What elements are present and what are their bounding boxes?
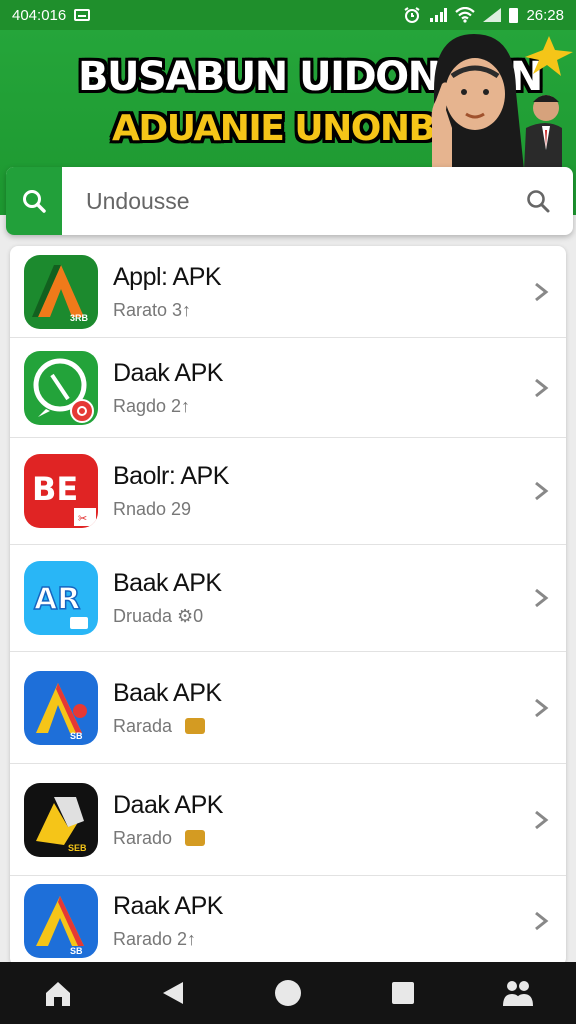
search-input[interactable] [62, 171, 503, 231]
chevron-right-icon[interactable] [532, 377, 550, 399]
chevron-right-icon[interactable] [532, 809, 550, 831]
list-item[interactable]: BE ✂ Baolr: APK Rnado 29 [10, 438, 566, 545]
search-button[interactable] [6, 167, 62, 235]
svg-text:✂: ✂ [78, 513, 87, 525]
recents-button[interactable] [373, 968, 433, 1018]
list-item[interactable]: SB Raak APK Rarado 2↑ [10, 876, 566, 966]
app-name: Baolr: APK [113, 462, 229, 490]
list-item[interactable]: AR Baak APK Druada ⚙0 [10, 545, 566, 652]
search-submit-button[interactable] [503, 167, 573, 235]
app-name: Raak APK [113, 892, 223, 920]
back-button[interactable] [143, 968, 203, 1018]
back-icon [162, 982, 183, 1004]
search-icon [23, 190, 46, 213]
status-bar: 404:016 26:28 [0, 0, 576, 30]
alarm-icon [404, 7, 421, 23]
app-a-black-icon: SEB [24, 782, 98, 857]
sim-icon [74, 9, 91, 21]
people-icon [503, 981, 534, 1006]
app-meta: Rnado 29 [113, 499, 192, 519]
wifi-icon [455, 7, 476, 23]
badge-icon [185, 717, 206, 734]
app-meta: Ragdo 2↑ [113, 395, 191, 416]
status-clock: 26:28 [526, 6, 564, 24]
battery-icon [509, 7, 519, 23]
list-item[interactable]: SEB Daak APK Rarado [10, 764, 566, 876]
app-name: Daak APK [113, 790, 223, 819]
app-meta: Rarado 2↑ [113, 929, 197, 949]
chevron-right-icon[interactable] [532, 910, 550, 932]
list-item[interactable]: 3RB Appl: APK Rarato 3↑ [10, 246, 566, 338]
app-whatsapp-like-icon [24, 350, 98, 425]
presenter-image [431, 34, 562, 170]
circle-home-button[interactable] [258, 968, 318, 1018]
list-item[interactable]: Daak APK Ragdo 2↑ [10, 338, 566, 438]
app-meta: Druada ⚙0 [113, 606, 204, 626]
search-bar[interactable] [6, 167, 573, 235]
app-list[interactable]: 3RB Appl: APK Rarato 3↑ Daak APK Ragdo 2… [10, 246, 566, 966]
people-button[interactable] [488, 968, 548, 1018]
chevron-right-icon[interactable] [532, 587, 550, 609]
signal-icon [430, 8, 448, 22]
app-meta: Rarado [113, 828, 223, 849]
circle-home-icon [274, 980, 301, 1006]
app-ar-blue-icon: AR [24, 561, 98, 635]
app-meta: Rarato 3↑ [113, 299, 192, 320]
app-be-red-icon: BE ✂ [24, 454, 98, 528]
home-button[interactable] [28, 968, 88, 1018]
signal-icon [483, 8, 502, 22]
app-name: Baak APK [113, 569, 222, 597]
status-time: 404:016 [12, 6, 67, 24]
app-name: Baak APK [113, 678, 222, 707]
svg-text:SEB: SEB [68, 843, 87, 853]
home-icon [45, 982, 70, 1006]
app-a-green-icon: 3RB [24, 254, 98, 329]
app-meta: Rarada [113, 716, 222, 737]
svg-text:3RB: 3RB [70, 313, 89, 323]
app-meta-label: Rarada [113, 715, 173, 736]
system-nav-bar [0, 962, 576, 1024]
badge-icon [185, 829, 206, 846]
svg-text:AR: AR [34, 582, 80, 617]
app-name: Daak APK [113, 358, 223, 387]
recents-icon [392, 982, 415, 1004]
list-item[interactable]: SB Baak APK Rarada [10, 652, 566, 764]
app-a-blue-2-icon: SB [24, 884, 98, 958]
svg-text:SB: SB [70, 731, 83, 741]
search-icon [527, 190, 550, 213]
svg-text:BE: BE [32, 470, 78, 508]
chevron-right-icon[interactable] [532, 281, 550, 303]
svg-text:SB: SB [70, 946, 83, 956]
chevron-right-icon[interactable] [532, 697, 550, 719]
app-meta-label: Rarado [113, 827, 173, 848]
app-name: Appl: APK [113, 262, 222, 291]
chevron-right-icon[interactable] [532, 480, 550, 502]
app-a-blue-icon: SB [24, 670, 98, 745]
